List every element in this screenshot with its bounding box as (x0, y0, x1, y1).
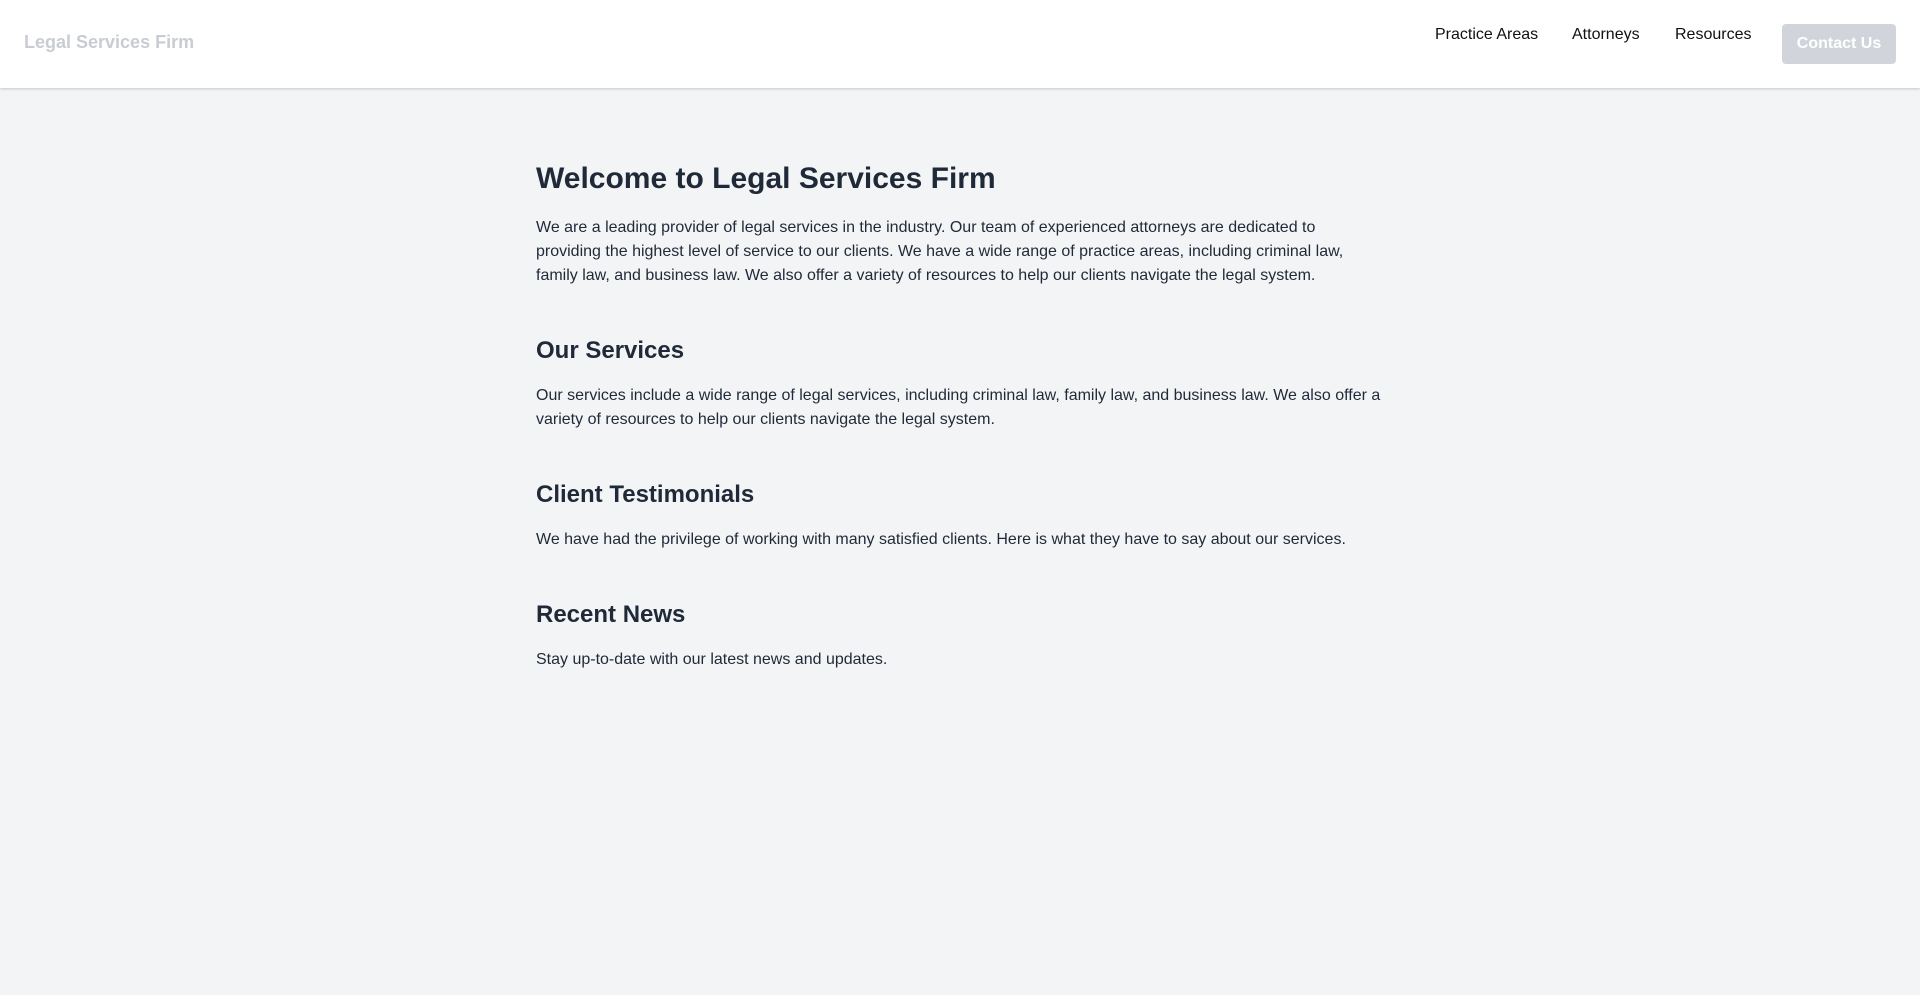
testimonials-section: Client Testimonials We have had the priv… (536, 480, 1384, 552)
page-title: Welcome to Legal Services Firm (536, 162, 996, 195)
welcome-text: We are a leading provider of legal servi… (536, 219, 1344, 284)
services-text: Our services include a wide range of leg… (536, 387, 1381, 428)
nav-link-attorneys[interactable]: Attorneys (1572, 26, 1640, 44)
news-heading: Recent News (536, 601, 686, 628)
services-section: Our Services Our services include a wide… (536, 336, 1384, 432)
services-heading: Our Services (536, 337, 685, 364)
testimonials-text: We have had the privilege of working wit… (536, 531, 1346, 548)
news-text: Stay up-to-date with our latest news and… (536, 651, 888, 668)
contact-us-button[interactable]: Contact Us (1782, 24, 1896, 64)
site-header: Legal Services Firm Practice Areas Attor… (0, 0, 1920, 88)
nav-link-resources[interactable]: Resources (1675, 26, 1751, 44)
nav-link-practice-areas[interactable]: Practice Areas (1435, 26, 1538, 44)
testimonials-heading: Client Testimonials (536, 481, 755, 508)
news-section: Recent News Stay up-to-date with our lat… (536, 600, 1384, 672)
welcome-section: Welcome to Legal Services Firm We are a … (536, 160, 1384, 288)
brand-logo-text[interactable]: Legal Services Firm (24, 32, 194, 53)
main-content: Welcome to Legal Services Firm We are a … (536, 160, 1384, 672)
